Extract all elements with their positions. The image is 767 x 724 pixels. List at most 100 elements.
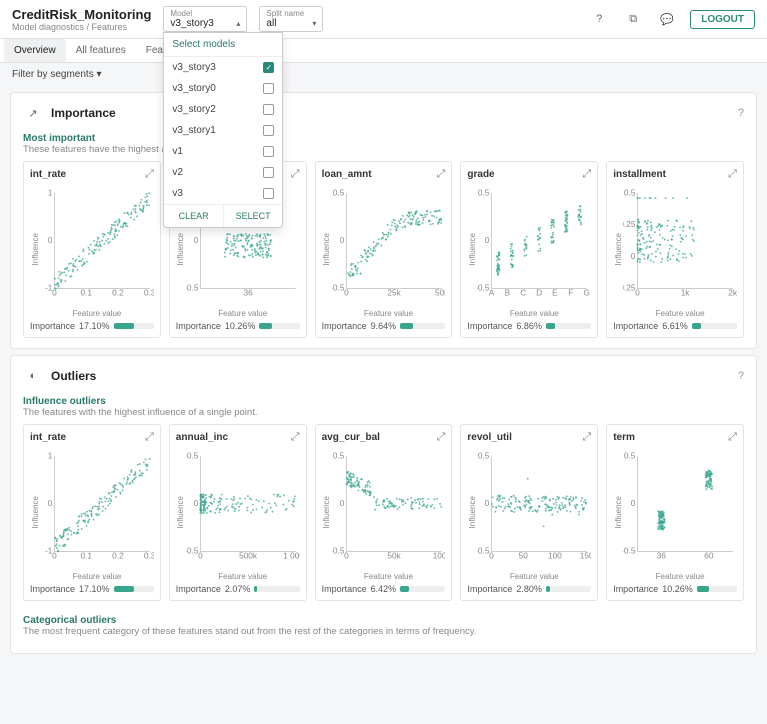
model-dropdown-header: Select models bbox=[164, 33, 282, 57]
y-axis-label: Influence bbox=[468, 233, 477, 265]
expand-icon[interactable]: ⤢ bbox=[582, 168, 591, 181]
svg-text:B: B bbox=[505, 289, 511, 298]
svg-text:-0.5: -0.5 bbox=[186, 546, 199, 555]
importance-label: Importance bbox=[322, 321, 367, 331]
model-option[interactable]: v3_story1 bbox=[164, 120, 282, 141]
panel-help-icon[interactable]: ? bbox=[738, 370, 744, 382]
svg-text:150: 150 bbox=[580, 552, 591, 561]
chart-card: int_rate⤢Influence-10100.10.20.3Feature … bbox=[23, 161, 161, 338]
expand-icon[interactable]: ⤢ bbox=[291, 168, 300, 181]
importance-value: 17.10% bbox=[79, 321, 110, 331]
checkbox-icon[interactable] bbox=[263, 83, 274, 94]
svg-text:-0.5: -0.5 bbox=[332, 283, 345, 292]
comment-icon[interactable]: 💬 bbox=[656, 8, 678, 30]
filter-by-segments[interactable]: Filter by segments ▾ bbox=[12, 69, 102, 80]
model-option[interactable]: v3_story0 bbox=[164, 78, 282, 99]
y-axis-label: Influence bbox=[468, 496, 477, 528]
caret-up-icon: ▴ bbox=[236, 19, 240, 28]
svg-text:0.5: 0.5 bbox=[478, 451, 490, 460]
checkbox-icon[interactable] bbox=[263, 167, 274, 178]
svg-text:0: 0 bbox=[485, 499, 490, 508]
model-select-wrap: Model v3_story3 ▴ Select models v3_story… bbox=[163, 6, 247, 32]
outliers-panel: ◐ Outliers ? Influence outliers The feat… bbox=[10, 355, 757, 654]
svg-text:0: 0 bbox=[344, 289, 349, 298]
svg-text:D: D bbox=[536, 289, 542, 298]
svg-text:0: 0 bbox=[339, 499, 344, 508]
copy-icon[interactable]: ⧉ bbox=[622, 8, 644, 30]
importance-bar: Importance17.10% bbox=[30, 321, 154, 331]
model-dropdown-select[interactable]: SELECT bbox=[224, 205, 283, 227]
y-axis-label: Influence bbox=[322, 496, 331, 528]
model-option-label: v3_story3 bbox=[172, 62, 215, 73]
chart-card: revol_util⤢Influence-0.500.5050100150Fea… bbox=[460, 424, 598, 601]
model-select[interactable]: Model v3_story3 ▴ bbox=[163, 6, 247, 32]
most-important-heading: Most important bbox=[23, 133, 744, 144]
checkbox-icon[interactable]: ✓ bbox=[263, 62, 274, 73]
svg-text:0: 0 bbox=[631, 499, 636, 508]
model-dropdown-clear[interactable]: CLEAR bbox=[164, 205, 224, 227]
tab-overview[interactable]: Overview bbox=[4, 39, 66, 62]
expand-icon[interactable]: ⤢ bbox=[582, 431, 591, 444]
x-axis-label: Feature value bbox=[623, 309, 737, 318]
importance-bar: Importance6.42% bbox=[322, 584, 446, 594]
x-axis-label: Feature value bbox=[477, 572, 591, 581]
svg-text:0: 0 bbox=[48, 499, 53, 508]
expand-arrow-icon: ↗ bbox=[23, 103, 43, 123]
svg-text:-0.5: -0.5 bbox=[186, 283, 199, 292]
expand-icon[interactable]: ⤢ bbox=[291, 431, 300, 444]
title-block: CreditRisk_Monitoring Model diagnostics … bbox=[12, 7, 151, 32]
x-axis-label: Feature value bbox=[40, 309, 154, 318]
model-option[interactable]: v2 bbox=[164, 162, 282, 183]
expand-icon[interactable]: ⤢ bbox=[728, 431, 737, 444]
expand-icon[interactable]: ⤢ bbox=[728, 168, 737, 181]
chart-title: int_rate bbox=[30, 169, 66, 180]
logout-button[interactable]: LOGOUT bbox=[690, 10, 755, 29]
most-important-desc: These features have the highest average … bbox=[23, 144, 744, 155]
svg-text:0: 0 bbox=[485, 236, 490, 245]
svg-text:25k: 25k bbox=[387, 289, 401, 298]
help-icon[interactable]: ? bbox=[588, 8, 610, 30]
x-axis-label: Feature value bbox=[186, 572, 300, 581]
tab-all-features[interactable]: All features bbox=[66, 39, 136, 62]
y-axis-label: Influence bbox=[322, 233, 331, 265]
y-axis-label: Influence bbox=[176, 233, 185, 265]
checkbox-icon[interactable] bbox=[263, 104, 274, 115]
checkbox-icon[interactable] bbox=[263, 125, 274, 136]
split-select[interactable]: Split name all ▾ bbox=[259, 6, 323, 32]
y-axis-label: Influence bbox=[31, 233, 40, 265]
outliers-title: Outliers bbox=[51, 369, 730, 383]
y-axis-label: Influence bbox=[31, 496, 40, 528]
model-option[interactable]: v3_story3 ✓ bbox=[164, 57, 282, 78]
panel-help-icon[interactable]: ? bbox=[738, 107, 744, 119]
model-dropdown: Select models v3_story3✓v3_story0v3_stor… bbox=[163, 32, 283, 228]
top-bar: CreditRisk_Monitoring Model diagnostics … bbox=[0, 0, 767, 39]
model-option[interactable]: v1 bbox=[164, 141, 282, 162]
caret-down-icon: ▾ bbox=[96, 69, 101, 80]
importance-bar: Importance2.80% bbox=[467, 584, 591, 594]
x-axis-label: Feature value bbox=[332, 309, 446, 318]
expand-icon[interactable]: ⤢ bbox=[437, 431, 446, 444]
svg-text:0: 0 bbox=[339, 236, 344, 245]
importance-value: 2.80% bbox=[516, 584, 542, 594]
svg-text:500k: 500k bbox=[239, 552, 258, 561]
checkbox-icon[interactable] bbox=[263, 188, 274, 199]
svg-text:-0.25: -0.25 bbox=[623, 283, 636, 292]
expand-icon[interactable]: ⤢ bbox=[437, 168, 446, 181]
svg-text:0.3: 0.3 bbox=[144, 289, 154, 298]
svg-text:36: 36 bbox=[243, 289, 253, 298]
checkbox-icon[interactable] bbox=[263, 146, 274, 157]
expand-icon[interactable]: ⤢ bbox=[145, 168, 154, 181]
chart-title: int_rate bbox=[30, 432, 66, 443]
importance-bar: Importance9.64% bbox=[322, 321, 446, 331]
importance-label: Importance bbox=[30, 584, 75, 594]
svg-text:0.5: 0.5 bbox=[624, 451, 636, 460]
svg-text:1 000k: 1 000k bbox=[283, 552, 300, 561]
svg-text:50: 50 bbox=[519, 552, 529, 561]
expand-icon[interactable]: ⤢ bbox=[145, 431, 154, 444]
model-option[interactable]: v3_story2 bbox=[164, 99, 282, 120]
svg-text:0.5: 0.5 bbox=[333, 188, 345, 197]
svg-text:1k: 1k bbox=[681, 289, 691, 298]
svg-text:0: 0 bbox=[52, 552, 57, 561]
model-option[interactable]: v3 bbox=[164, 183, 282, 204]
model-option-label: v3_story2 bbox=[172, 104, 215, 115]
